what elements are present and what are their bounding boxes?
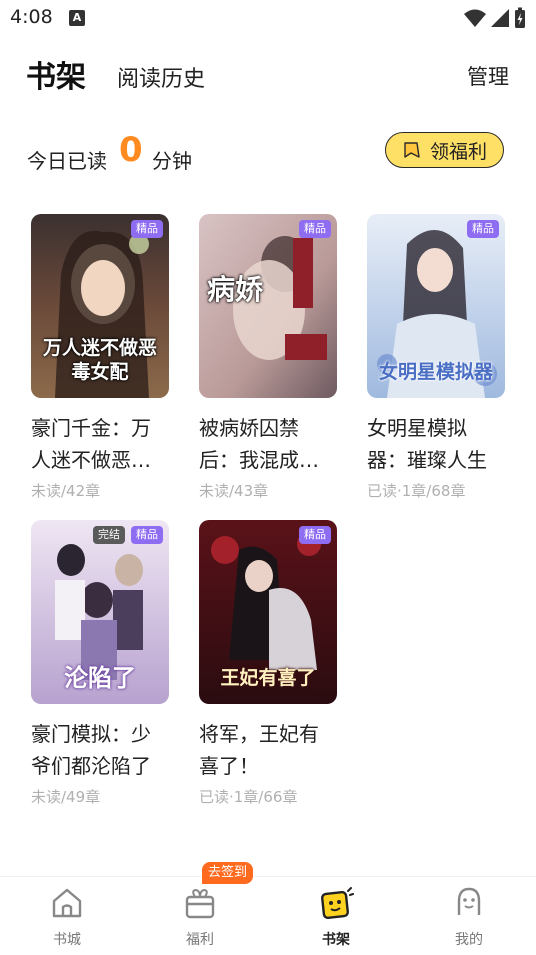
book-cover[interactable]: 完结 精品 沦陷了 (31, 520, 169, 704)
book-progress: 已读·1章/68章 (367, 482, 466, 500)
premium-badge: 精品 (299, 526, 331, 544)
gift-icon (185, 888, 215, 919)
coupon-icon (404, 142, 420, 158)
profile-icon (457, 887, 481, 915)
completed-badge: 完结 (93, 526, 125, 544)
book-cover[interactable]: 精品 万人迷不做恶毒女配 (31, 214, 169, 398)
premium-badge: 精品 (131, 220, 163, 238)
nav-bookstore[interactable]: 书城 (27, 885, 107, 949)
notification-icon: A (69, 10, 85, 26)
tab-reading-history[interactable]: 阅读历史 (117, 61, 205, 93)
book-title: 豪门千金：万人迷不做恶毒女配 (31, 416, 151, 472)
home-icon (52, 888, 82, 918)
nav-bookshelf[interactable]: 书架 (296, 885, 376, 949)
book-item[interactable]: 精品 病娇 被病娇囚禁后：我混成团宠 未读/43章 (199, 214, 337, 501)
nav-profile[interactable]: 我的 (429, 885, 509, 949)
book-progress: 未读/42章 (31, 482, 101, 500)
battery-icon (515, 7, 525, 28)
nav-label: 福利 (186, 932, 214, 948)
book-progress: 未读/43章 (199, 482, 269, 500)
reading-stats: 今日已读 0 分钟 领福利 (0, 128, 536, 178)
nav-benefits[interactable]: 福利 (160, 885, 240, 949)
status-bar: 4:08 A (0, 0, 536, 36)
manage-button[interactable]: 管理 (467, 61, 509, 91)
cover-art (199, 214, 337, 398)
book-item[interactable]: 精品 女明星模拟器 女明星模拟器：璀璨人生 已读·1章/68章 (367, 214, 505, 501)
book-cover[interactable]: 精品 王妃有喜了 (199, 520, 337, 704)
book-item[interactable]: 完结 精品 沦陷了 豪门模拟：少爷们都沦陷了 未读/49章 (31, 520, 169, 807)
nav-label: 我的 (455, 932, 483, 948)
stats-prefix: 今日已读 (27, 149, 107, 173)
premium-badge: 精品 (299, 220, 331, 238)
book-title: 豪门模拟：少爷们都沦陷了 (31, 722, 151, 778)
cover-title: 万人迷不做恶毒女配 (42, 337, 157, 383)
signal-icon (491, 9, 509, 27)
nav-label: 书架 (322, 932, 350, 948)
cover-title: 病娇 (207, 273, 264, 306)
tab-bookshelf[interactable]: 书架 (26, 52, 86, 96)
premium-badge: 精品 (131, 526, 163, 544)
book-title: 女明星模拟器：璀璨人生 (367, 416, 487, 472)
stats-suffix: 分钟 (152, 149, 192, 173)
status-time: 4:08 (10, 6, 53, 28)
get-benefit-label: 领福利 (429, 140, 487, 163)
wifi-icon (464, 9, 486, 27)
cover-title: 女明星模拟器 (378, 361, 493, 383)
book-progress: 未读/49章 (31, 788, 101, 806)
cover-title: 王妃有喜了 (220, 667, 316, 689)
signin-badge[interactable]: 去签到 (202, 862, 254, 884)
book-cover[interactable]: 精品 女明星模拟器 (367, 214, 505, 398)
book-item[interactable]: 精品 王妃有喜了 将军，王妃有喜了！ 已读·1章/66章 (199, 520, 337, 807)
book-cover[interactable]: 精品 病娇 (199, 214, 337, 398)
cover-title: 沦陷了 (64, 663, 136, 692)
header: 书架 阅读历史 管理 (0, 48, 536, 100)
status-icons (464, 7, 526, 29)
book-progress: 已读·1章/66章 (199, 788, 298, 806)
nav-label: 书城 (53, 932, 81, 948)
book-item[interactable]: 精品 万人迷不做恶毒女配 豪门千金：万人迷不做恶毒女配 未读/42章 (31, 214, 169, 501)
bookshelf-icon (321, 887, 354, 919)
premium-badge: 精品 (467, 220, 499, 238)
book-title: 被病娇囚禁后：我混成团宠 (199, 416, 319, 472)
book-title: 将军，王妃有喜了！ (199, 722, 319, 778)
get-benefit-button[interactable]: 领福利 (385, 132, 504, 168)
stats-minutes: 0 (119, 130, 143, 170)
bottom-nav: 书城 福利 书架 我的 (0, 876, 536, 955)
